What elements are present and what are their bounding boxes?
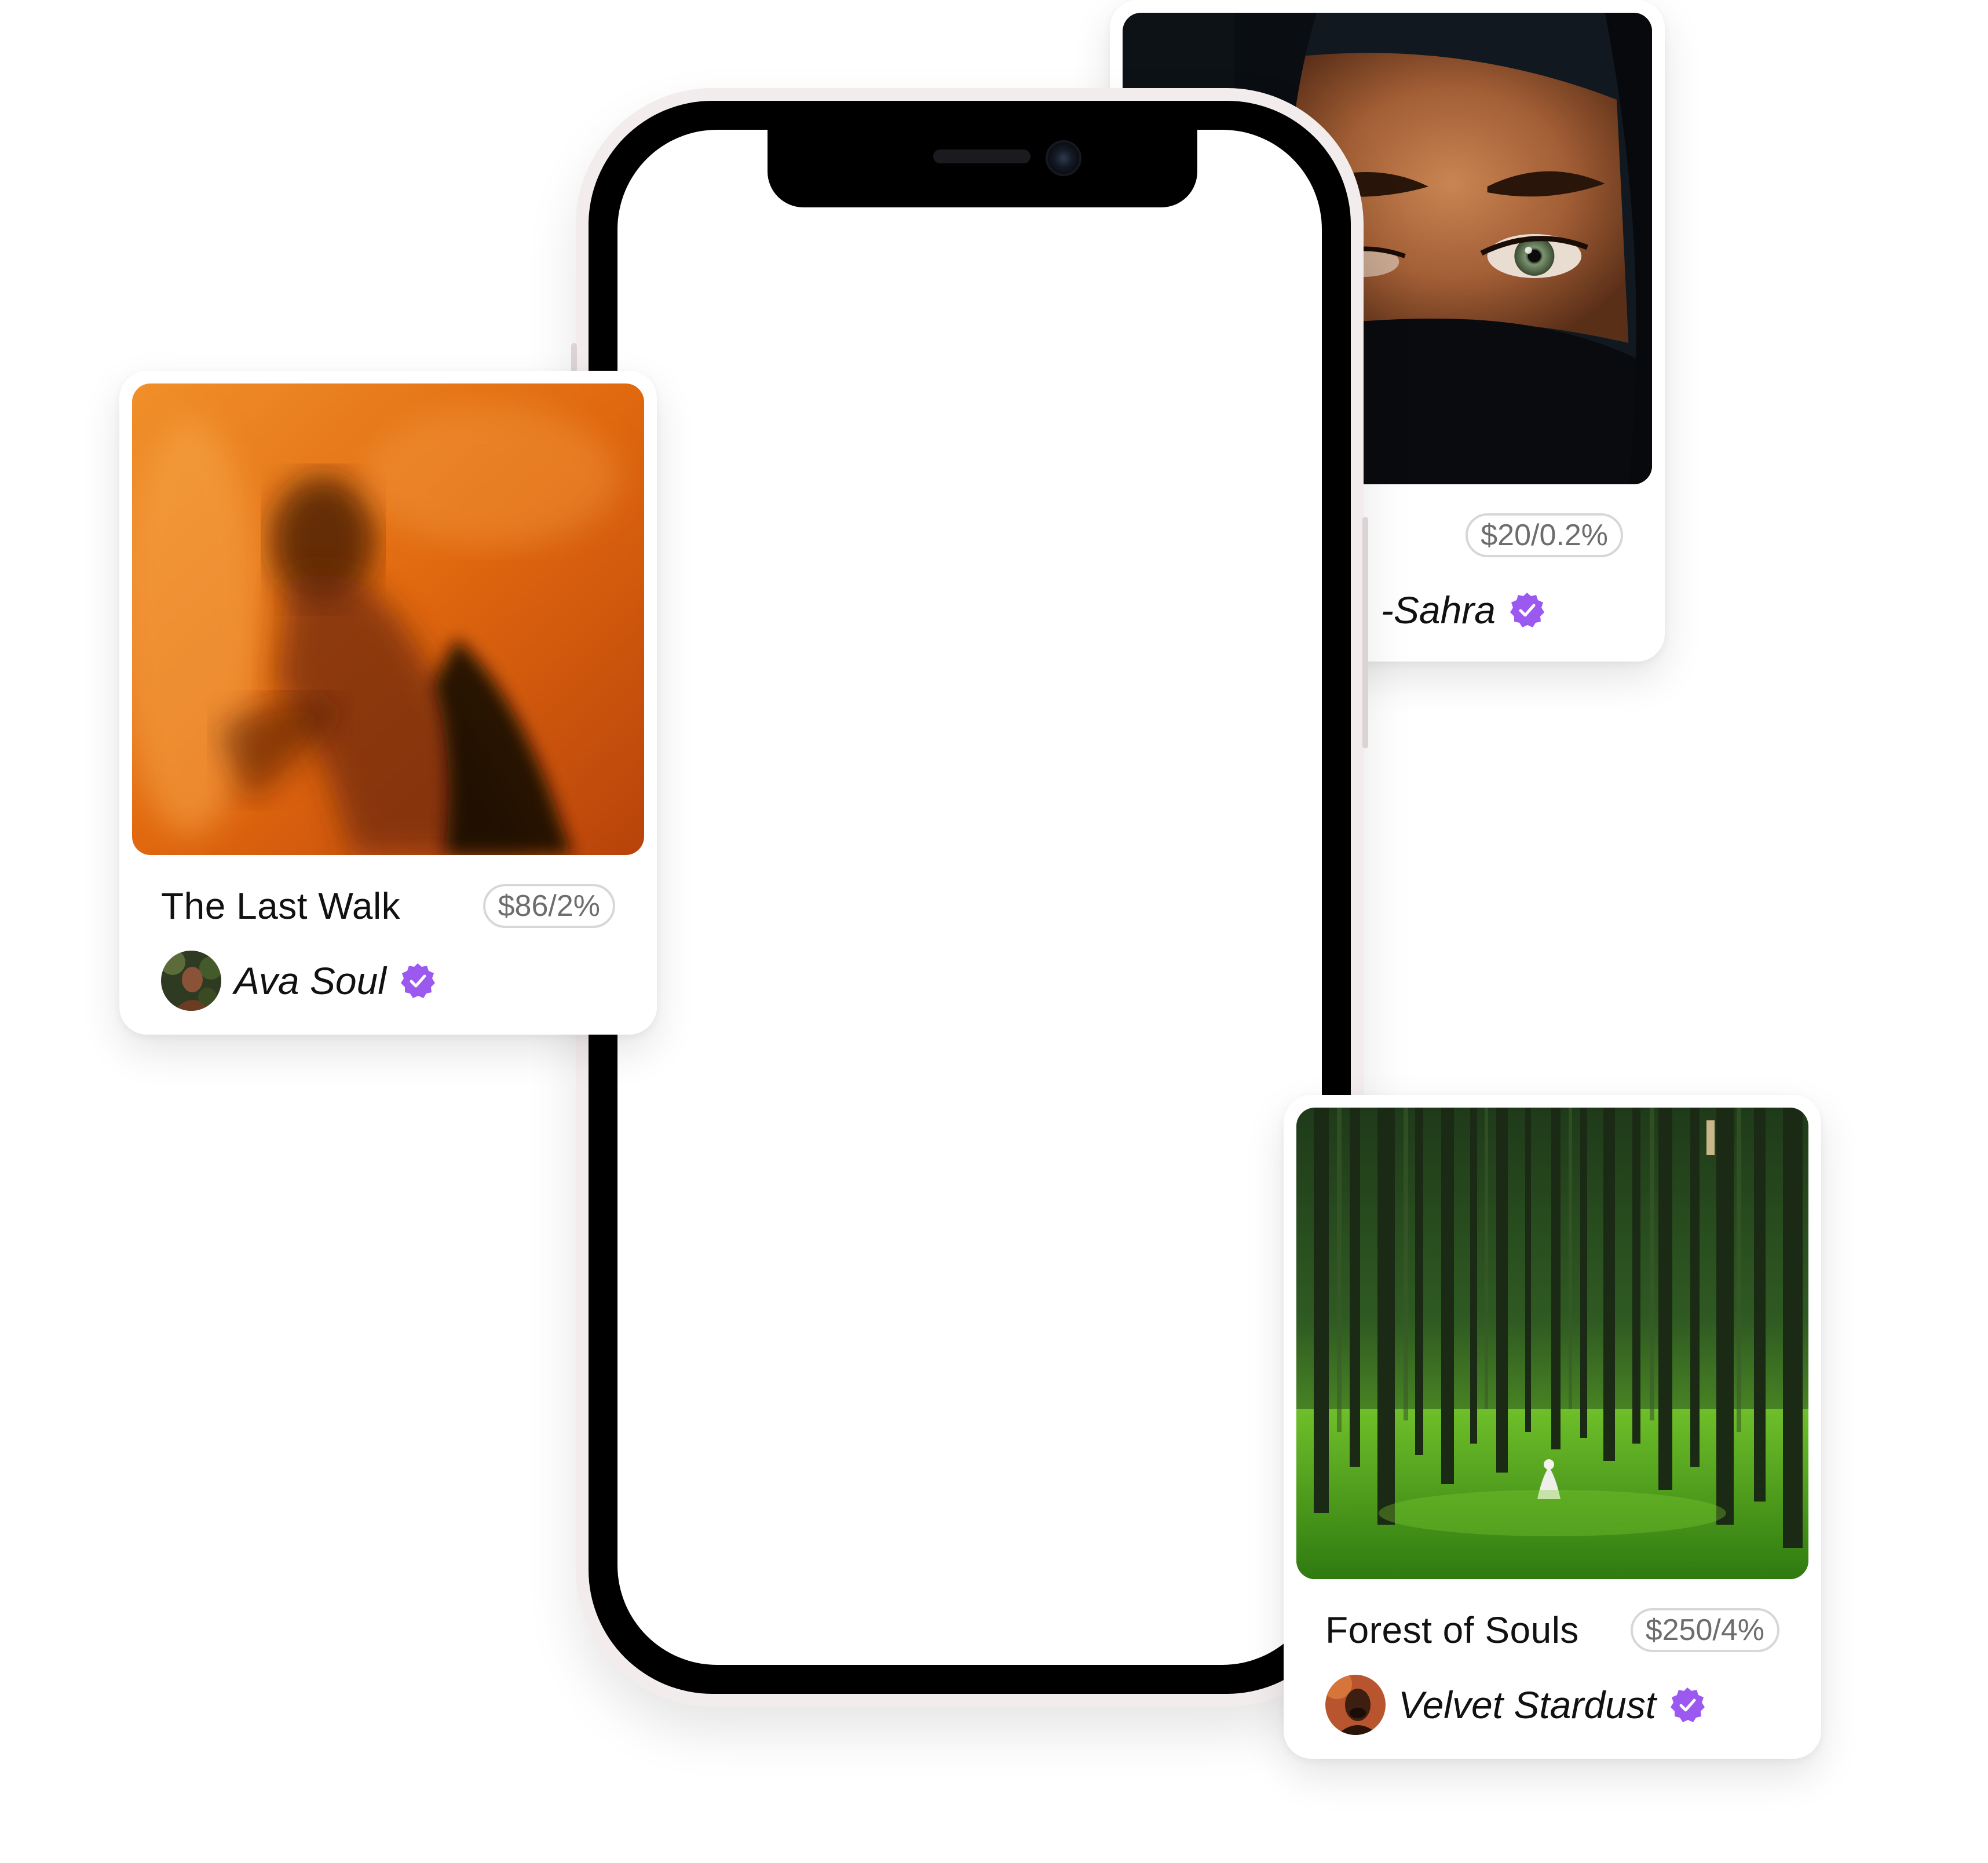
card-title: The Last Walk xyxy=(161,885,401,927)
phone-mockup xyxy=(571,88,1368,1707)
nft-artwork-image[interactable] xyxy=(132,383,644,855)
price-badge: $86/2% xyxy=(483,884,615,928)
price-badge: $250/4% xyxy=(1630,1608,1779,1652)
artist-name[interactable]: Velvet Stardust xyxy=(1398,1683,1656,1727)
phone-bezel xyxy=(589,101,1351,1694)
nft-card-forest-of-souls[interactable]: Forest of Souls $250/4% Velvet Stardust xyxy=(1284,1095,1821,1759)
artist-name[interactable]: -Sahra xyxy=(1381,588,1496,632)
phone-side-button xyxy=(1362,517,1368,748)
card-info: Forest of Souls $250/4% Velvet Stardust xyxy=(1296,1579,1808,1753)
front-camera-icon xyxy=(1046,140,1081,176)
canvas: $20/0.2% -Sahra The Last Walk $86/2% Ava… xyxy=(0,0,1988,1863)
speaker-grille xyxy=(933,149,1030,163)
artist-avatar[interactable] xyxy=(1325,1675,1386,1735)
phone-notch xyxy=(768,101,1197,207)
card-title: Forest of Souls xyxy=(1325,1609,1579,1651)
verified-badge-icon xyxy=(399,962,436,999)
phone-screen xyxy=(617,130,1322,1665)
artist-avatar[interactable] xyxy=(161,951,221,1011)
verified-badge-icon xyxy=(1508,591,1545,629)
artist-row[interactable]: Velvet Stardust xyxy=(1325,1673,1779,1737)
artist-row[interactable]: Ava Soul xyxy=(161,949,615,1013)
price-badge: $20/0.2% xyxy=(1466,513,1623,557)
artist-name[interactable]: Ava Soul xyxy=(234,959,386,1003)
verified-badge-icon xyxy=(1669,1686,1706,1723)
nft-card-the-last-walk[interactable]: The Last Walk $86/2% Ava Soul xyxy=(119,371,657,1035)
card-info: The Last Walk $86/2% Ava Soul xyxy=(132,855,644,1029)
nft-artwork-image[interactable] xyxy=(1296,1108,1808,1579)
